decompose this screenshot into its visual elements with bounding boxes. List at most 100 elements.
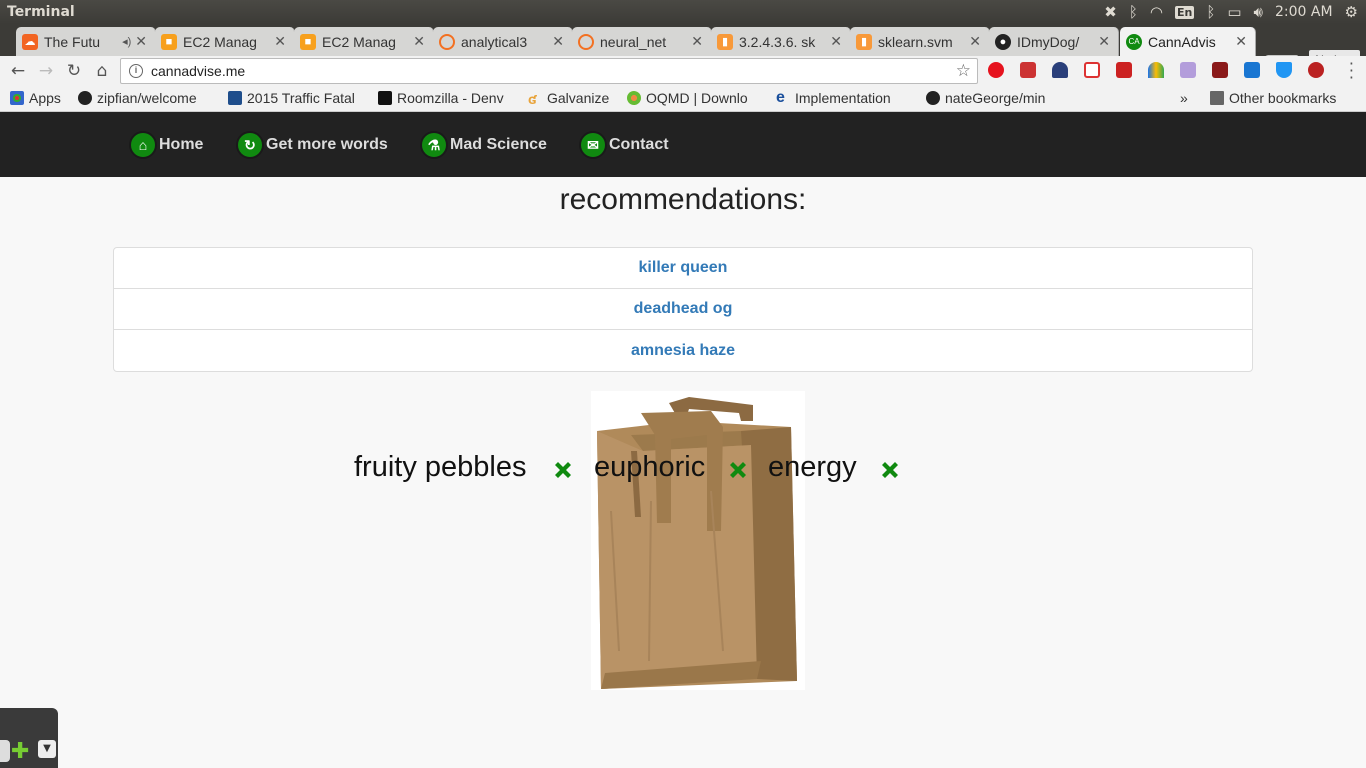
bookmark-apps[interactable]: Apps xyxy=(10,90,61,106)
home-icon[interactable]: ⌂ xyxy=(88,61,116,81)
other-bookmarks[interactable]: Other bookmarks xyxy=(1210,90,1336,106)
hat-extension-icon[interactable] xyxy=(1308,62,1324,78)
nav-more-words-label: Get more words xyxy=(266,136,388,153)
browser-tab[interactable]: ■ EC2 Manag ✕ xyxy=(294,27,434,56)
roomzilla-icon xyxy=(378,91,392,105)
bookmark-label: Implementation xyxy=(795,90,891,106)
github-icon xyxy=(78,91,92,105)
reload-icon[interactable]: ↻ xyxy=(60,61,88,81)
keyboard-language-indicator[interactable]: En xyxy=(1174,5,1195,19)
browser-tab[interactable]: ▮ 3.2.4.3.6. sk ✕ xyxy=(711,27,851,56)
bookmark-item[interactable]: nateGeorge/min xyxy=(926,90,1062,106)
close-icon[interactable]: ✕ xyxy=(274,33,286,50)
traffic-icon xyxy=(228,91,242,105)
tab-label: EC2 Manag xyxy=(322,33,396,50)
remove-word-icon[interactable] xyxy=(878,458,902,482)
tab-label: neural_net xyxy=(600,33,667,50)
tab-label: 3.2.4.3.6. sk xyxy=(739,33,816,50)
nav-mad-science[interactable]: ⚗ Mad Science xyxy=(420,131,547,159)
clock[interactable]: 2:00 AM xyxy=(1275,4,1333,20)
nav-home[interactable]: ⌂ Home xyxy=(129,131,203,159)
dock-handle[interactable] xyxy=(0,740,10,762)
battery-icon[interactable]: ▭ xyxy=(1227,3,1241,21)
extension-purple-icon[interactable] xyxy=(1180,62,1196,78)
bookmark-item[interactable]: ʛ Galvanize xyxy=(528,90,624,106)
close-icon[interactable]: ✕ xyxy=(969,33,981,50)
url-text[interactable]: cannadvise.me xyxy=(151,63,245,79)
remove-word-icon[interactable] xyxy=(726,458,750,482)
wifi-icon[interactable]: ◠ xyxy=(1150,3,1163,21)
browser-tab-active[interactable]: CA CannAdvis ✕ xyxy=(1120,27,1256,56)
volume-icon[interactable]: 🔊︎ xyxy=(1254,3,1263,21)
close-icon[interactable]: ✕ xyxy=(413,33,425,50)
site-info-icon[interactable]: i xyxy=(129,64,143,78)
sklearn-icon: ▮ xyxy=(856,33,872,50)
browser-tab[interactable]: neural_net ✕ xyxy=(572,27,712,56)
bookmark-item[interactable]: zipfian/welcome xyxy=(78,90,214,106)
close-icon[interactable]: ✕ xyxy=(552,33,564,50)
galvanize-icon: ʛ xyxy=(528,91,537,106)
oqmd-icon xyxy=(627,91,641,105)
bookmarks-overflow-button[interactable]: » xyxy=(1180,90,1188,106)
nav-mad-science-label: Mad Science xyxy=(450,136,547,153)
gear-icon[interactable]: ⚙ xyxy=(1345,3,1358,21)
selected-word: euphoric xyxy=(594,451,706,483)
bookmark-item[interactable]: e Implementation xyxy=(776,90,912,106)
mendeley-icon[interactable] xyxy=(1244,62,1260,78)
close-icon[interactable]: ✕ xyxy=(135,33,147,50)
browser-tab[interactable]: ☁ The Futu ◂) ✕ xyxy=(16,27,156,56)
chevron-down-icon[interactable]: ▼ xyxy=(38,740,56,758)
browser-tab[interactable]: ● IDmyDog/ ✕ xyxy=(989,27,1119,56)
audio-playing-icon[interactable]: ◂) xyxy=(122,35,131,48)
vimeo-extension-icon[interactable] xyxy=(1276,62,1292,78)
browser-tab[interactable]: ■ EC2 Manag ✕ xyxy=(155,27,295,56)
page-title: recommendations: xyxy=(559,183,807,216)
menu-icon[interactable]: · · · xyxy=(1349,56,1354,86)
close-icon[interactable]: ✕ xyxy=(830,33,842,50)
tab-label: analytical3 xyxy=(461,33,528,50)
opera-extension-icon[interactable] xyxy=(988,62,1004,78)
tab-label: sklearn.svm xyxy=(878,33,953,50)
extension-mosaic-icon[interactable] xyxy=(1212,62,1228,78)
bluetooth-icon[interactable]: ᛒ xyxy=(1129,3,1138,21)
lastpass-icon[interactable] xyxy=(1116,62,1132,78)
selected-word: energy xyxy=(768,451,857,483)
recommendation-link[interactable]: deadhead og xyxy=(114,289,1252,330)
dropbox-icon[interactable]: ✖ xyxy=(1104,3,1117,21)
drive-extension-icon[interactable] xyxy=(1148,62,1164,78)
bookmark-star-icon[interactable]: ☆ xyxy=(956,61,971,81)
tab-strip: ☁ The Futu ◂) ✕ ■ EC2 Manag ✕ ■ EC2 Mana… xyxy=(0,24,1366,73)
back-icon[interactable]: ← xyxy=(4,61,32,81)
aws-icon: ■ xyxy=(300,33,316,50)
tab-label: The Futu xyxy=(44,33,101,50)
extension-icon[interactable] xyxy=(1020,62,1036,78)
nav-home-label: Home xyxy=(159,136,204,153)
close-icon[interactable]: ✕ xyxy=(1235,33,1247,50)
bookmark-item[interactable]: 2015 Traffic Fatal xyxy=(228,90,364,106)
close-icon[interactable]: ✕ xyxy=(1098,33,1110,50)
bookmark-item[interactable]: Roomzilla - Denv xyxy=(378,90,514,106)
paper-bag-image[interactable] xyxy=(591,391,805,690)
nav-contact[interactable]: ✉ Contact xyxy=(579,131,669,159)
bookmark-label: zipfian/welcome xyxy=(97,90,197,106)
browser-toolbar: ← → ↻ ⌂ i cannadvise.me ☆ · · · xyxy=(0,56,1366,86)
gmail-icon[interactable] xyxy=(1084,62,1100,78)
address-bar[interactable]: i cannadvise.me ☆ xyxy=(120,58,978,84)
browser-tab[interactable]: ▮ sklearn.svm ✕ xyxy=(850,27,990,56)
add-icon[interactable]: ✚ xyxy=(11,739,29,764)
remove-word-icon[interactable] xyxy=(551,458,575,482)
forward-icon[interactable]: → xyxy=(32,61,60,81)
nav-get-more-words[interactable]: ↻ Get more words xyxy=(236,131,388,159)
recommendation-link[interactable]: killer queen xyxy=(114,248,1252,289)
nav-contact-label: Contact xyxy=(609,136,669,153)
bookmark-item[interactable]: OQMD | Downlo xyxy=(627,90,767,106)
bluetooth-icon-2[interactable]: ᛒ xyxy=(1206,3,1215,21)
refresh-icon: ↻ xyxy=(236,131,264,159)
paper-bag-illustration xyxy=(597,397,797,689)
cloud-extension-icon[interactable] xyxy=(1052,62,1068,78)
bookmark-label: Apps xyxy=(29,90,61,106)
close-icon[interactable]: ✕ xyxy=(691,33,703,50)
browser-tab[interactable]: analytical3 ✕ xyxy=(433,27,573,56)
implementation-icon: e xyxy=(776,90,785,106)
recommendation-link[interactable]: amnesia haze xyxy=(114,330,1252,371)
